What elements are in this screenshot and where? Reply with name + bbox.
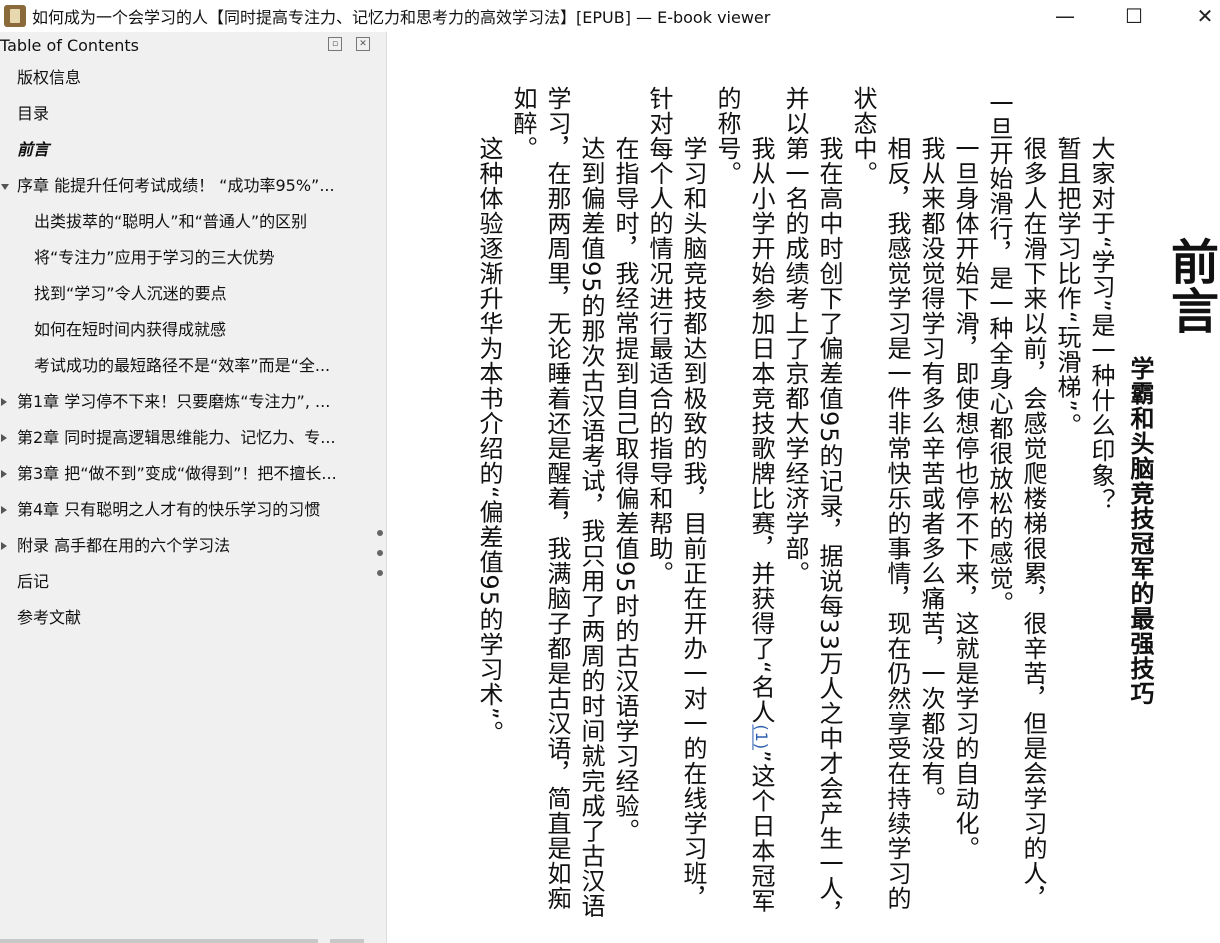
toc-item-chapter-4[interactable]: 第4章 只有聪明之人才有的快乐学习的习惯 [0, 492, 372, 528]
toc-item-label: 第4章 只有聪明之人才有的快乐学习的习惯 [17, 500, 321, 519]
toc-panel: Table of Contents ▫ ✕ 版权信息 目录 前言 序章 能提升任… [0, 32, 387, 943]
window-title: 如何成为一个会学习的人【同时提高专注力、记忆力和思考力的高效学习法】[EPUB]… [32, 8, 771, 27]
toc-item-preface[interactable]: 前言 [0, 132, 372, 168]
minimize-button[interactable]: — [1042, 0, 1088, 32]
text-column: 针对每个人的情况进行最适合的指导和帮助。 [645, 86, 673, 586]
text-column: 我从来都没觉得学习有多么辛苦或者多么痛苦，一次都没有。 [917, 136, 945, 811]
collapse-arrow-icon[interactable] [1, 506, 7, 514]
toc-subitem[interactable]: 找到“学习”令人沉迷的要点 [0, 276, 372, 312]
collapse-arrow-icon[interactable] [1, 542, 7, 550]
footnote-link[interactable]: (1) [752, 724, 771, 750]
expand-arrow-icon[interactable] [1, 184, 9, 190]
chapter-title: 前言 [1162, 237, 1218, 335]
text-column-part: ”这个日本冠军 [747, 750, 775, 914]
text-column: 我从小学开始参加日本竞技歌牌比赛，并获得了“名人(1)”这个日本冠军 [744, 136, 778, 914]
toc-item-label: 序章 能提升任何考试成绩！ “成功率95%”... [17, 176, 335, 195]
text-column: 我在高中时创下了偏差值95的记录，据说每33万人之中才会产生一人， [815, 136, 843, 927]
toc-subitem[interactable]: 如何在短时间内获得成就感 [0, 312, 372, 348]
toc-item-contents[interactable]: 目录 [0, 96, 372, 132]
text-column: 这种体验逐渐升华为本书介绍的“偏差值95的学习术”。 [475, 136, 503, 746]
toc-subitem[interactable]: 出类拔萃的“聪明人”和“普通人”的区别 [0, 204, 372, 240]
title-bar: 如何成为一个会学习的人【同时提高专注力、记忆力和思考力的高效学习法】[EPUB]… [0, 0, 1220, 32]
text-column: 一旦身体开始下滑，即使想停也停不下来，这就是学习的自动化。 [951, 136, 979, 861]
collapse-arrow-icon[interactable] [1, 470, 7, 478]
toc-subitem[interactable]: 考试成功的最短路径不是“效率”而是“全... [0, 348, 372, 384]
collapse-arrow-icon[interactable] [1, 398, 7, 406]
text-column: 并以第一名的成绩考上了京都大学经济学部。 [781, 86, 809, 586]
text-column: 达到偏差值95的那次古汉语考试，我只用了两周的时间就完成了古汉语 [577, 136, 605, 919]
text-column: 暂且把学习比作“玩滑梯”。 [1053, 136, 1081, 438]
float-panel-button[interactable]: ▫ [328, 37, 342, 51]
close-panel-button[interactable]: ✕ [356, 37, 370, 51]
toc-item-label: 第1章 学习停不下来！只要磨炼“专注力”, ... [17, 392, 331, 411]
toc-title: Table of Contents [0, 36, 139, 55]
text-column: 相反，我感觉学习是一件非常快乐的事情，现在仍然享受在持续学习的 [883, 136, 911, 911]
close-window-button[interactable]: ✕ [1182, 0, 1220, 32]
ebook-viewer-app-icon [4, 5, 26, 27]
toc-item-chapter-3[interactable]: 第3章 把“做不到”变成“做得到”！把不擅长... [0, 456, 372, 492]
toc-item-label: 附录 高手都在用的六个学习法 [17, 536, 231, 555]
toc-item-label: 第2章 同时提高逻辑思维能力、记忆力、专... [17, 428, 336, 447]
toc-item-prologue[interactable]: 序章 能提升任何考试成绩！ “成功率95%”... [0, 168, 372, 204]
text-column: 在指导时，我经常提到自己取得偏差值95时的古汉语学习经验。 [611, 136, 639, 844]
book-page: 前言 学霸和头脑竞技冠军的最强技巧 大家对于“学习”是一种什么印象？ 暂且把学习… [387, 32, 1220, 943]
toc-item-afterword[interactable]: 后记 [0, 564, 372, 600]
text-column: 学习和头脑竞技都达到极致的我，目前正在开办一对一的在线学习班， [679, 136, 707, 911]
text-column: 一旦开始滑行，是一种全身心都很放松的感觉。 [985, 91, 1013, 616]
text-column-part: 我从小学开始参加日本竞技歌牌比赛，并获得了“名人 [747, 136, 775, 725]
text-column: 大家对于“学习”是一种什么印象？ [1087, 136, 1115, 513]
horizontal-scrollbar[interactable] [0, 939, 318, 943]
text-column: 状态中。 [849, 86, 877, 186]
text-column: 很多人在滑下来以前，会感觉爬楼梯很累，很辛苦，但是会学习的人， [1019, 136, 1047, 911]
toc-list: 版权信息 目录 前言 序章 能提升任何考试成绩！ “成功率95%”... 出类拔… [0, 60, 372, 636]
toc-item-appendix[interactable]: 附录 高手都在用的六个学习法 [0, 528, 372, 564]
horizontal-scrollbar-handle[interactable] [330, 939, 364, 943]
toc-header: Table of Contents ▫ ✕ [0, 32, 386, 60]
toc-item-chapter-2[interactable]: 第2章 同时提高逻辑思维能力、记忆力、专... [0, 420, 372, 456]
text-column: 的称号。 [713, 86, 741, 186]
text-column: 如醉。 [509, 86, 537, 161]
toc-item-chapter-1[interactable]: 第1章 学习停不下来！只要磨炼“专注力”, ... [0, 384, 372, 420]
chapter-subtitle: 学霸和头脑竞技冠军的最强技巧 [1126, 356, 1154, 706]
toc-item-copyright[interactable]: 版权信息 [0, 60, 372, 96]
toc-item-references[interactable]: 参考文献 [0, 600, 372, 636]
toc-item-label: 第3章 把“做不到”变成“做得到”！把不擅长... [17, 464, 337, 483]
maximize-button[interactable]: ☐ [1111, 0, 1157, 32]
collapse-arrow-icon[interactable] [1, 434, 7, 442]
toc-subitem[interactable]: 将“专注力”应用于学习的三大优势 [0, 240, 372, 276]
panel-splitter-handle[interactable] [376, 530, 384, 576]
text-column: 学习，在那两周里，无论睡着还是醒着，我满脑子都是古汉语，简直是如痴 [543, 86, 571, 911]
